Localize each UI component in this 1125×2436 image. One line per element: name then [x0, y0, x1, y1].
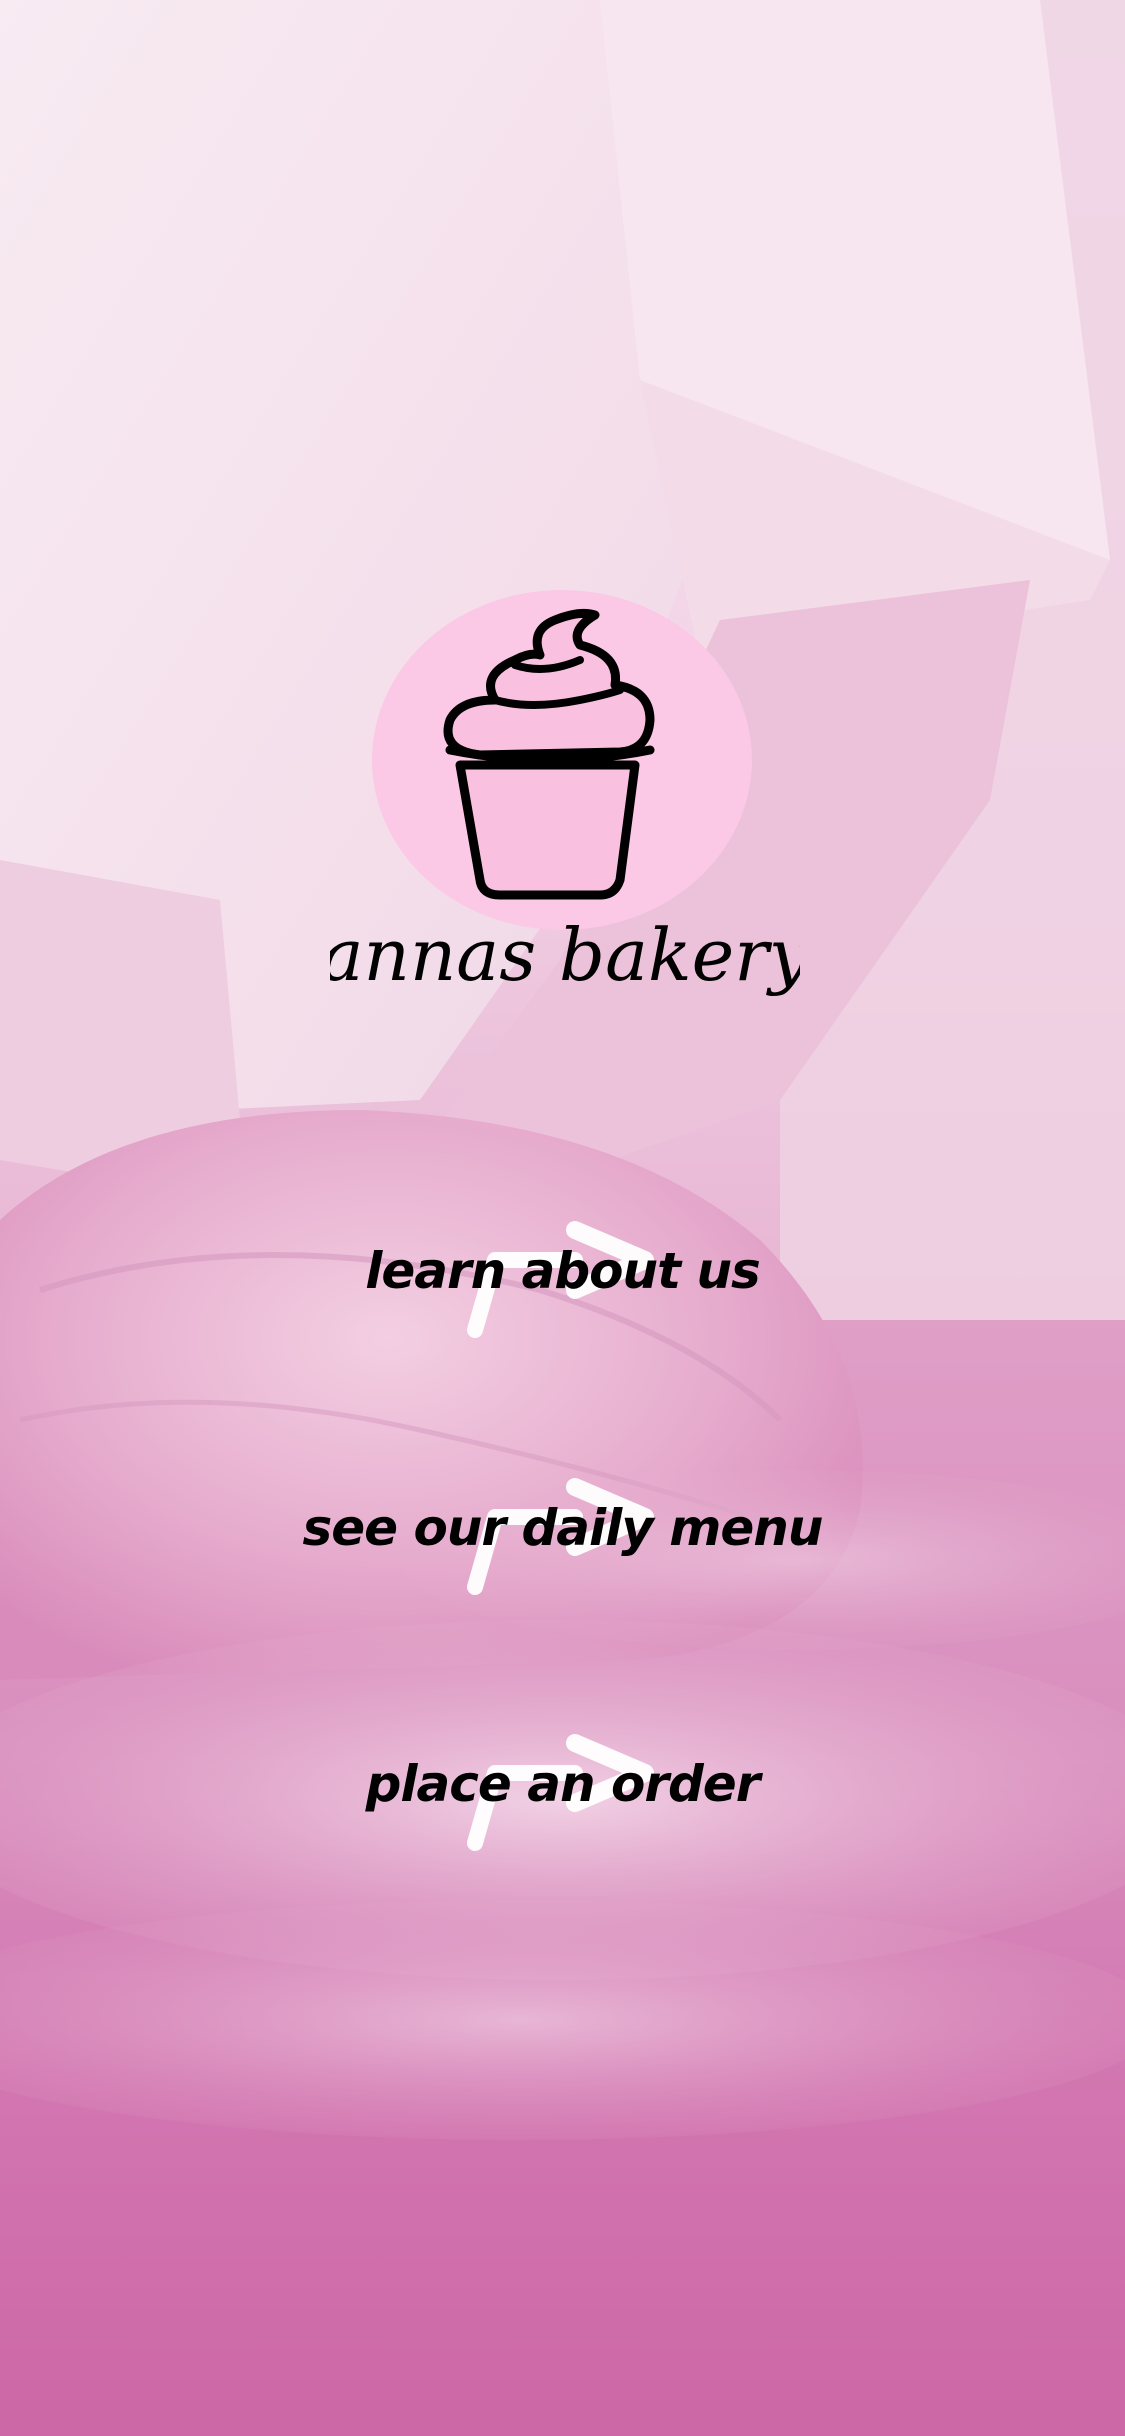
- cupcake-icon: annas bakery: [321, 590, 811, 997]
- brand-logo[interactable]: annas bakery: [321, 590, 811, 1030]
- brand-name: annas bakery: [330, 913, 800, 997]
- menu-item-learn-about-us[interactable]: learn about us: [0, 1220, 1125, 1340]
- menu-item-daily-menu[interactable]: see our daily menu: [0, 1477, 1125, 1597]
- menu-item-place-order[interactable]: place an order: [0, 1733, 1125, 1853]
- menu-item-label: see our daily menu: [302, 1499, 823, 1557]
- background-photo: [0, 0, 1125, 2436]
- menu-item-label: learn about us: [365, 1242, 761, 1300]
- app-screen: annas bakery learn about us see our dail…: [0, 0, 1125, 2436]
- menu-item-label: place an order: [365, 1755, 761, 1813]
